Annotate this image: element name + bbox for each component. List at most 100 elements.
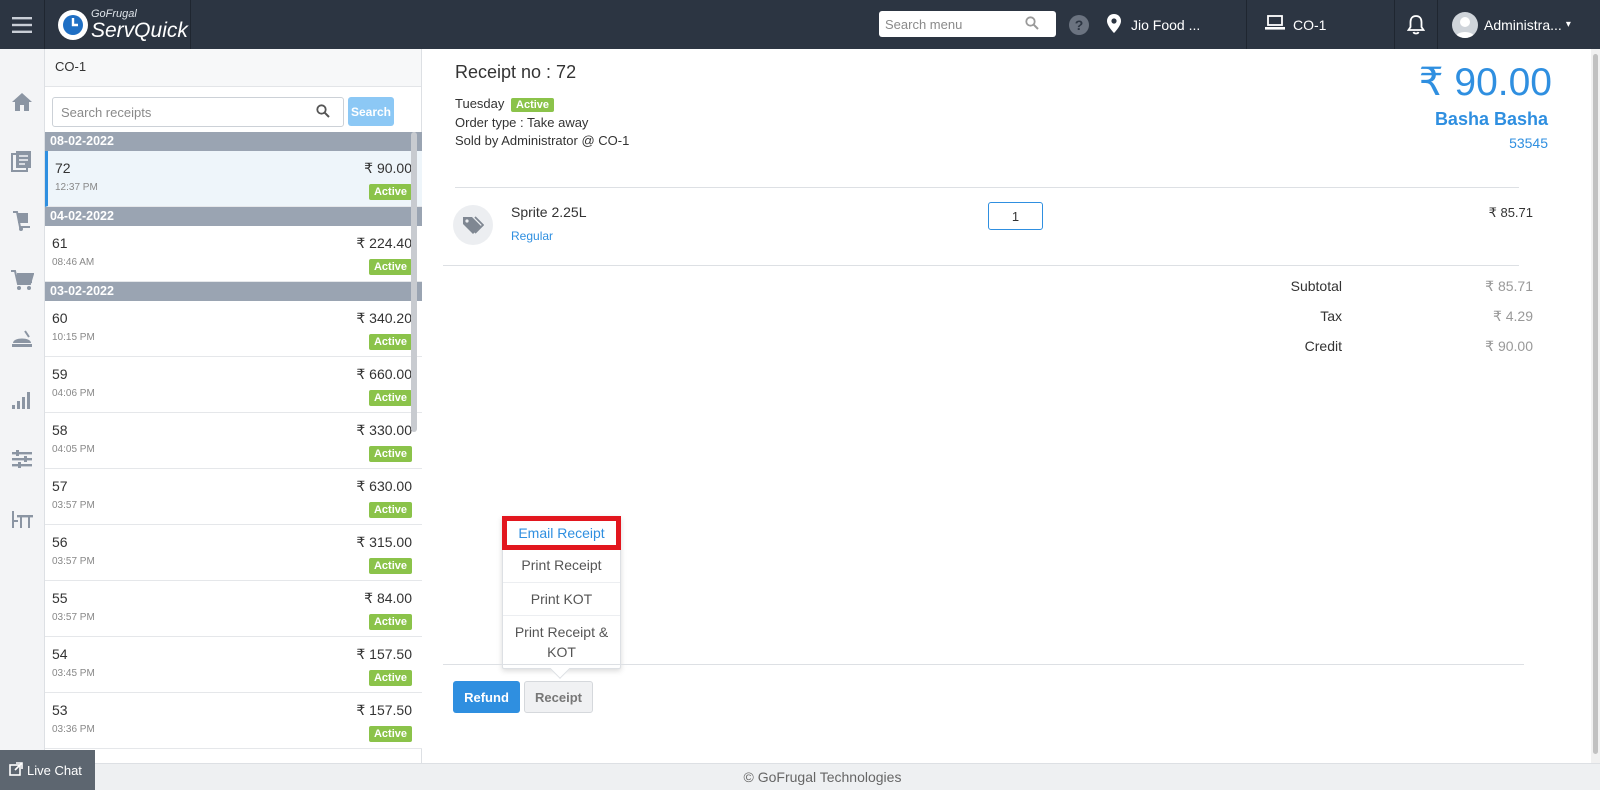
sold-by: Sold by Administrator @ CO-1 xyxy=(455,133,630,148)
left-nav xyxy=(0,49,45,790)
receipt-time: 12:37 PM xyxy=(55,182,98,193)
tax-label: Tax xyxy=(1320,308,1342,324)
receipt-time: 03:57 PM xyxy=(52,500,95,511)
clock-logo-icon xyxy=(58,9,88,40)
menu-search-input[interactable] xyxy=(885,16,1025,32)
receipt-day: Tuesday xyxy=(455,96,505,111)
receipt-amount: ₹ 157.50 xyxy=(356,646,412,662)
receipt-search-button[interactable]: Search xyxy=(348,97,394,126)
receipt-amount: ₹ 157.50 xyxy=(356,702,412,718)
receipt-row-61[interactable]: 61 08:46 AM ₹ 224.40 Active xyxy=(45,226,422,282)
logo-brand: GoFrugal xyxy=(91,7,137,20)
credit-value: ₹ 90.00 xyxy=(1485,338,1533,354)
avatar xyxy=(1452,11,1478,38)
table-icon[interactable] xyxy=(9,506,35,532)
page-scrollbar[interactable] xyxy=(1591,49,1600,763)
receipt-amount: ₹ 224.40 xyxy=(356,235,412,251)
hamburger-menu-icon[interactable] xyxy=(0,0,45,49)
receipt-amount: ₹ 84.00 xyxy=(364,590,412,606)
receipt-row-58[interactable]: 58 04:05 PM ₹ 330.00 Active xyxy=(45,413,422,469)
search-icon[interactable] xyxy=(1025,15,1039,33)
item-name: Sprite 2.25L xyxy=(511,204,587,220)
home-icon[interactable] xyxy=(9,89,35,115)
list-scrollbar[interactable] xyxy=(411,132,417,432)
status-badge: Active xyxy=(368,726,412,742)
cart-icon[interactable] xyxy=(9,267,35,293)
receipt-amount: ₹ 660.00 xyxy=(356,366,412,382)
receipt-search-box[interactable] xyxy=(52,97,344,127)
help-icon[interactable]: ? xyxy=(1069,15,1089,35)
date-group-header: 04-02-2022 xyxy=(45,207,422,226)
divider xyxy=(455,187,1519,188)
search-icon[interactable] xyxy=(316,103,330,121)
receipt-number: 57 xyxy=(52,478,68,494)
receipt-amount: ₹ 330.00 xyxy=(356,422,412,438)
receipt-button[interactable]: Receipt xyxy=(524,681,593,713)
receipt-search-input[interactable] xyxy=(61,104,316,120)
app-logo[interactable]: GoFrugal ServQuick xyxy=(46,0,191,49)
receipt-time: 04:06 PM xyxy=(52,388,95,399)
receipt-time: 03:57 PM xyxy=(52,612,95,623)
notification-bell-icon[interactable] xyxy=(1395,0,1438,49)
status-badge: Active xyxy=(511,98,555,112)
divider xyxy=(443,664,1524,665)
divider xyxy=(443,265,1519,266)
item-quantity[interactable]: 1 xyxy=(988,202,1043,230)
receipt-day-line: Tuesday Active xyxy=(455,96,555,112)
item-variant: Regular xyxy=(511,229,554,243)
live-chat-button[interactable]: Live Chat xyxy=(0,750,95,790)
receipt-number: 59 xyxy=(52,366,68,382)
print-receipt-option[interactable]: Print Receipt xyxy=(503,549,620,583)
catalog-icon[interactable] xyxy=(9,148,35,174)
date-group-header: 03-02-2022 xyxy=(45,282,422,301)
receipt-row-55[interactable]: 55 03:57 PM ₹ 84.00 Active xyxy=(45,581,422,637)
receipt-amount: ₹ 90.00 xyxy=(364,160,412,176)
counter-selector[interactable]: CO-1 xyxy=(1247,0,1395,49)
print-kot-option[interactable]: Print KOT xyxy=(503,583,620,616)
receipt-number: 56 xyxy=(52,534,68,550)
receipt-time: 03:36 PM xyxy=(52,724,95,735)
receipt-row-54[interactable]: 54 03:45 PM ₹ 157.50 Active xyxy=(45,637,422,693)
status-badge: Active xyxy=(368,446,412,462)
location-pin-icon xyxy=(1107,13,1121,36)
user-menu[interactable]: Administra... ▾ xyxy=(1452,0,1600,49)
receipt-number: 60 xyxy=(52,310,68,326)
email-receipt-option[interactable]: Email Receipt xyxy=(502,516,621,551)
receipt-row-59[interactable]: 59 04:06 PM ₹ 660.00 Active xyxy=(45,357,422,413)
receipt-options-menu: Email Receipt Print Receipt Print KOT Pr… xyxy=(502,516,621,680)
refund-button[interactable]: Refund xyxy=(453,681,520,713)
receipt-detail: Receipt no : 72 Tuesday Active Order typ… xyxy=(423,49,1600,763)
top-bar: GoFrugal ServQuick ? Jio Food ... CO-1 A… xyxy=(0,0,1600,49)
status-badge: Active xyxy=(368,558,412,574)
footer: © GoFrugal Technologies xyxy=(45,763,1600,790)
settings-sliders-icon[interactable] xyxy=(9,446,35,472)
receipt-number: 55 xyxy=(52,590,68,606)
receipt-time: 08:46 AM xyxy=(52,257,95,268)
customer-id[interactable]: 53545 xyxy=(1509,135,1548,151)
receipt-row-53[interactable]: 53 03:36 PM ₹ 157.50 Active xyxy=(45,693,422,749)
receipt-time: 03:45 PM xyxy=(52,668,95,679)
receipt-amount: ₹ 340.20 xyxy=(356,310,412,326)
kitchen-icon[interactable] xyxy=(9,327,35,353)
purchase-icon[interactable] xyxy=(9,208,35,234)
user-name: Administra... xyxy=(1484,16,1562,33)
reports-signal-icon[interactable] xyxy=(9,387,35,413)
customer-name[interactable]: Basha Basha xyxy=(1435,109,1548,130)
location-selector[interactable]: Jio Food ... xyxy=(1107,0,1247,49)
chevron-down-icon: ▾ xyxy=(1565,19,1571,30)
receipt-row-57[interactable]: 57 03:57 PM ₹ 630.00 Active xyxy=(45,469,422,525)
status-badge: Active xyxy=(368,670,412,686)
menu-search-box[interactable] xyxy=(879,11,1056,37)
receipt-row-56[interactable]: 56 03:57 PM ₹ 315.00 Active xyxy=(45,525,422,581)
tax-value: ₹ 4.29 xyxy=(1492,308,1533,324)
date-group-header: 08-02-2022 xyxy=(45,132,422,151)
receipt-row-72[interactable]: 72 12:37 PM ₹ 90.00 Active xyxy=(45,151,422,207)
receipt-list: 08-02-2022 72 12:37 PM ₹ 90.00 Active 04… xyxy=(45,132,422,763)
subtotal-label: Subtotal xyxy=(1290,278,1342,294)
receipt-row-60[interactable]: 60 10:15 PM ₹ 340.20 Active xyxy=(45,301,422,357)
counter-name: CO-1 xyxy=(1293,16,1327,33)
order-type: Order type : Take away xyxy=(455,115,589,130)
logo-product: ServQuick xyxy=(91,18,188,42)
counter-label: CO-1 xyxy=(45,49,421,87)
receipt-number: 54 xyxy=(52,646,68,662)
